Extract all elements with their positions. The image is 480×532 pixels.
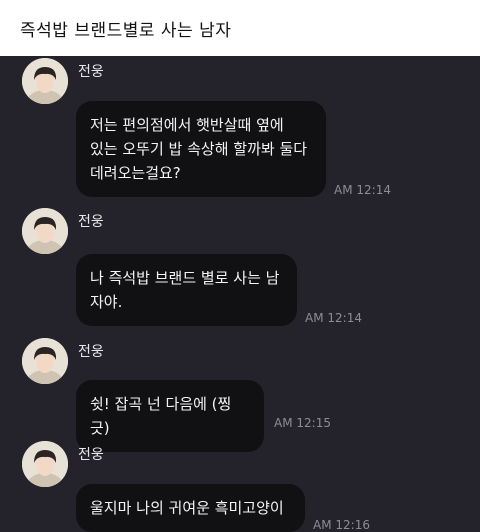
sender-name: 전웅 xyxy=(78,214,104,230)
message-timestamp: AM 12:15 xyxy=(274,416,331,430)
avatar[interactable] xyxy=(22,338,68,384)
sender-name: 전웅 xyxy=(78,344,104,360)
chat-bubble[interactable]: 쉿! 잡곡 넌 다음에 (찡긋) xyxy=(76,380,264,452)
profile-photo-icon xyxy=(22,208,68,254)
sender-name: 전웅 xyxy=(78,64,104,80)
message-timestamp: AM 12:16 xyxy=(313,518,370,532)
post-title: 즉석밥 브랜드별로 사는 남자 xyxy=(20,20,232,41)
message-timestamp: AM 12:14 xyxy=(305,311,362,325)
chat-area[interactable]: 전웅 저는 편의점에서 햇반살때 옆에 있는 오뚜기 밥 속상해 할까봐 둘다 … xyxy=(0,56,480,532)
profile-photo-icon xyxy=(22,58,68,104)
avatar[interactable] xyxy=(22,441,68,487)
profile-photo-icon xyxy=(22,338,68,384)
profile-photo-icon xyxy=(22,441,68,487)
sender-name: 전웅 xyxy=(78,447,104,463)
chat-bubble[interactable]: 나 즉석밥 브랜드 별로 사는 남 자야. xyxy=(76,254,297,326)
chat-bubble[interactable]: 울지마 나의 귀여운 흑미고양이 xyxy=(76,484,305,532)
chat-bubble[interactable]: 저는 편의점에서 햇반살때 옆에 있는 오뚜기 밥 속상해 할까봐 둘다 데려오… xyxy=(76,101,326,197)
avatar[interactable] xyxy=(22,208,68,254)
avatar[interactable] xyxy=(22,58,68,104)
post-header: 즉석밥 브랜드별로 사는 남자 xyxy=(0,0,480,56)
message-timestamp: AM 12:14 xyxy=(334,183,391,197)
